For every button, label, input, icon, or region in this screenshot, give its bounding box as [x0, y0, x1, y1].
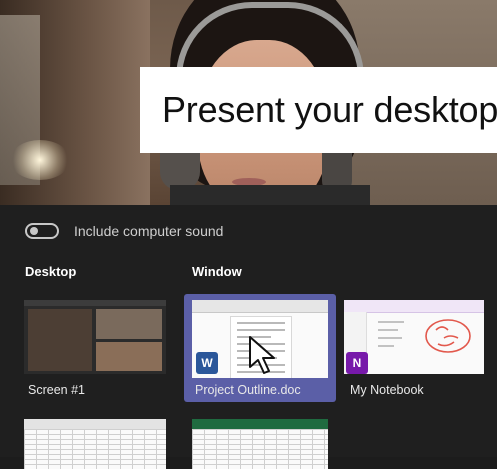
share-tile-excel-1[interactable] — [18, 415, 176, 469]
excel-thumbnail — [24, 419, 166, 469]
toggle-knob — [30, 227, 38, 235]
section-heading-window: Window — [192, 264, 242, 279]
tile-label: Screen #1 — [28, 383, 85, 397]
video-call-preview — [24, 300, 166, 374]
share-tile-excel-2[interactable] — [184, 415, 336, 469]
call-participant-1 — [28, 309, 92, 371]
include-sound-toggle[interactable] — [25, 223, 59, 239]
person-shirt — [170, 185, 370, 205]
include-sound-label: Include computer sound — [74, 223, 224, 239]
mouse-pointer-icon — [249, 336, 275, 374]
excel-thumbnail — [192, 419, 328, 469]
include-sound-row: Include computer sound — [25, 223, 223, 239]
doc-ribbon — [192, 300, 328, 313]
call-participant-2 — [96, 309, 162, 339]
page-title: Present your desktop — [162, 89, 497, 130]
tile-label: Project Outline.doc — [195, 383, 301, 397]
excel-grid — [24, 429, 166, 469]
excel-ribbon — [24, 419, 166, 429]
screen-thumbnail — [24, 300, 166, 374]
call-participant-3 — [96, 342, 162, 371]
section-heading-desktop: Desktop — [25, 264, 77, 279]
excel-ribbon — [192, 419, 328, 429]
share-tile-my-notebook[interactable]: N My Notebook — [340, 294, 497, 402]
presenter-video: Present your desktop — [0, 0, 497, 205]
onenote-icon: N — [346, 352, 368, 374]
share-panel: Include computer sound Desktop Window Sc… — [0, 205, 497, 469]
excel-grid — [192, 429, 328, 469]
word-icon: W — [196, 352, 218, 374]
tile-label: My Notebook — [350, 383, 424, 397]
lamp-glow — [10, 140, 70, 180]
call-toolbar — [24, 300, 166, 306]
share-tile-screen-1[interactable]: Screen #1 — [18, 294, 176, 402]
title-card: Present your desktop — [140, 67, 497, 153]
